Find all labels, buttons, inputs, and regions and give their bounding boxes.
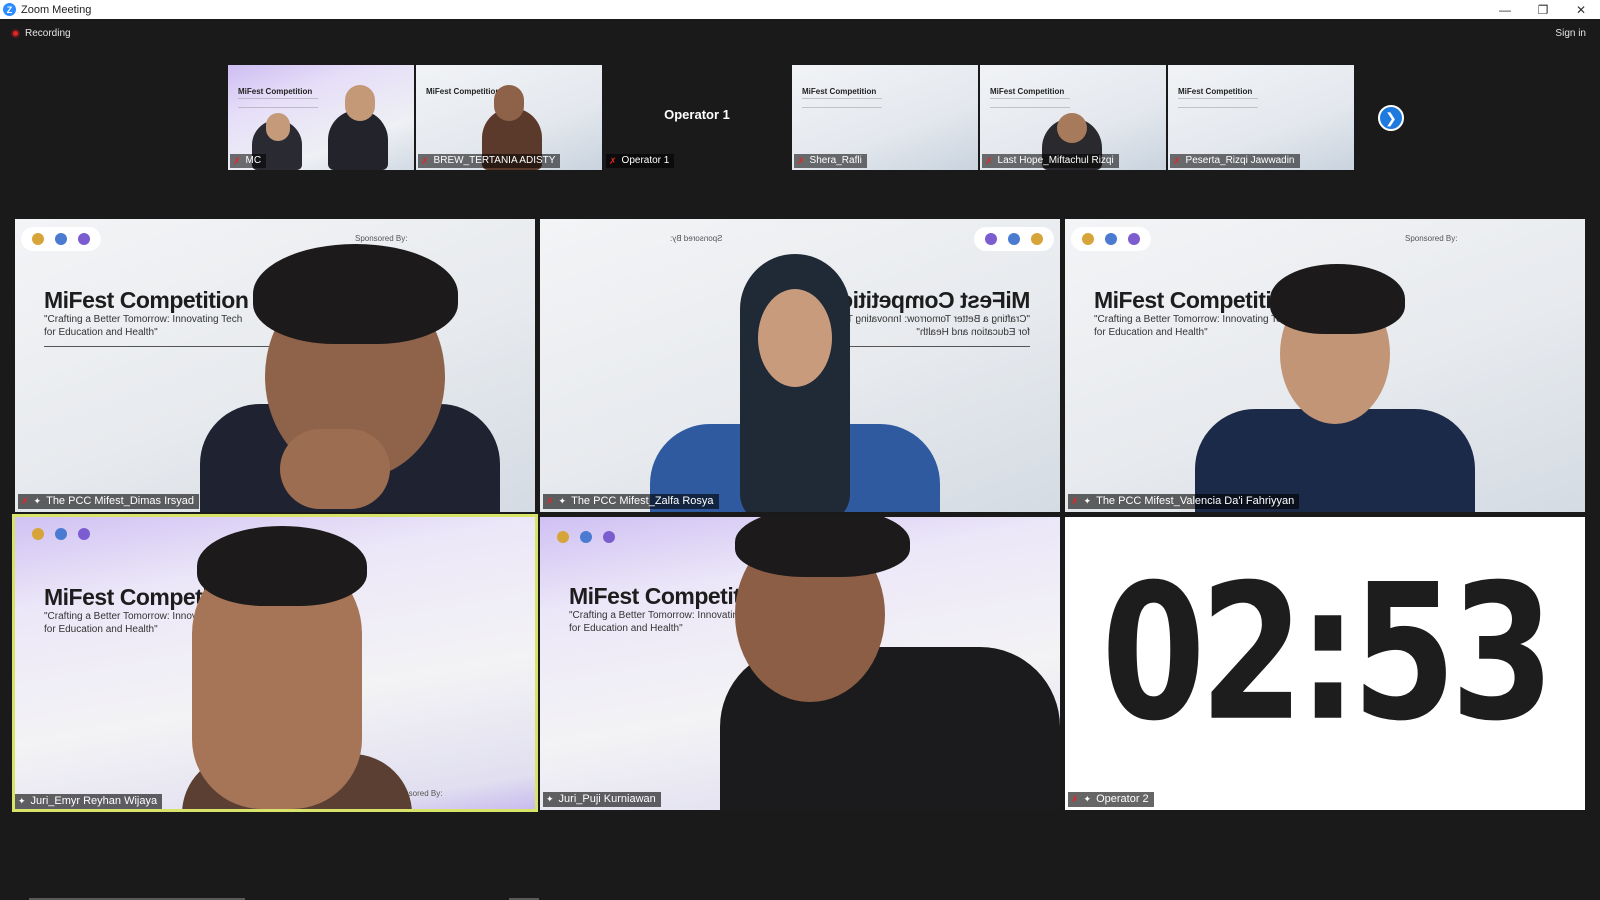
participant-name-tag: ✗ ✦ Operator 2 — [1068, 792, 1154, 807]
mic-muted-icon: ✗ — [985, 156, 993, 166]
event-logo — [1071, 227, 1151, 251]
participant-name-tag: ✗ Peserta_Rizqi Jawwadin — [1170, 154, 1300, 168]
slide-title: MiFest Competition — [238, 87, 313, 96]
sponsored-label: Sponsored By: — [355, 234, 408, 243]
pin-icon: ✦ — [546, 794, 554, 804]
window-titlebar: Z Zoom Meeting — ❐ ✕ — [0, 0, 1600, 19]
gallery-tile-operator-2[interactable]: 02:53 ✗ ✦ Operator 2 — [1065, 517, 1585, 810]
window-title: Zoom Meeting — [21, 3, 92, 16]
pin-icon: ✦ — [1083, 794, 1092, 804]
event-logo — [546, 525, 626, 549]
gallery-tile-valencia[interactable]: Sponsored By: MiFest Competition "Crafti… — [1065, 219, 1585, 512]
strip-tile-last-hope[interactable]: MiFest Competition ✗ Last Hope_Miftachul … — [980, 65, 1166, 170]
pin-icon: ✦ — [18, 796, 26, 806]
mic-muted-icon: ✗ — [421, 156, 429, 166]
gallery-tile-dimas-irsyad[interactable]: Sponsored By: MiFest Competition "Crafti… — [15, 219, 535, 512]
slide-subtitle-mirrored: "Crafting a Better Tomorrow: Innovating … — [831, 314, 1030, 338]
mic-muted-icon: ✗ — [1071, 496, 1079, 506]
gallery-tile-emyr-reyhan[interactable]: MiFest Competition "Crafting a Better To… — [12, 514, 538, 812]
pin-icon: ✦ — [558, 496, 567, 506]
participant-name-tag: ✗ MC — [230, 154, 267, 168]
slide-title: MiFest Competition — [1178, 87, 1253, 96]
close-button[interactable]: ✕ — [1562, 0, 1600, 19]
restore-button[interactable]: ❐ — [1524, 0, 1562, 19]
countdown-timer: 02:53 — [1101, 545, 1554, 763]
next-page-chevron-icon[interactable]: ❯ — [1378, 105, 1404, 131]
sign-in-button[interactable]: Sign in — [1555, 28, 1586, 39]
sponsored-label-mirrored: Sponsored By: — [670, 234, 723, 243]
slide-subtitle: "Crafting a Better Tomorrow: Innovating … — [1094, 314, 1293, 338]
pin-icon: ✦ — [33, 496, 42, 506]
strip-tile-mc[interactable]: MiFest Competition ✗ MC — [228, 65, 414, 170]
pin-icon: ✦ — [1083, 496, 1092, 506]
participant-display-name: Operator 1 — [664, 107, 730, 122]
gallery-tile-puji-kurniawan[interactable]: MiFest Competition "Crafting a Better To… — [540, 517, 1060, 810]
sponsored-label: Sponsored By: — [1405, 234, 1458, 243]
participant-name-tag: ✦ Juri_Puji Kurniawan — [543, 792, 661, 807]
strip-tile-peserta-rizqi[interactable]: MiFest Competition ✗ Peserta_Rizqi Jawwad… — [1168, 65, 1354, 170]
mic-muted-icon: ✗ — [609, 156, 617, 166]
slide-title: MiFest Competition — [802, 87, 877, 96]
participant-name-tag: ✗ BREW_TERTANIA ADISTY — [418, 154, 561, 168]
participant-name-tag: ✦ Juri_Emyr Reyhan Wijaya — [15, 794, 163, 809]
slide-title: MiFest Competition — [44, 287, 249, 313]
mic-muted-icon: ✗ — [797, 156, 805, 166]
zoom-logo-icon: Z — [3, 3, 16, 16]
participant-name-tag: ✗ Shera_Rafli — [794, 154, 867, 168]
event-logo — [21, 227, 101, 251]
slide-title-mirrored: MiFest Competition — [825, 287, 1030, 313]
meeting-topbar: Recording Sign in — [0, 19, 1600, 51]
recording-icon — [11, 29, 20, 38]
mic-muted-icon: ✗ — [1071, 794, 1079, 804]
slide-title: MiFest Competition — [1094, 287, 1299, 313]
recording-label: Recording — [25, 28, 71, 39]
participant-name-tag: ✗ Last Hope_Miftachul Rizqi — [982, 154, 1119, 168]
event-logo — [21, 522, 101, 546]
mic-muted-icon: ✗ — [1173, 156, 1181, 166]
minimize-button[interactable]: — — [1486, 0, 1524, 19]
slide-title: MiFest Competition — [990, 87, 1065, 96]
gallery-tile-zalfa-rosya[interactable]: Sponsored By: MiFest Competition "Crafti… — [540, 219, 1060, 512]
strip-tile-brew-tertania[interactable]: MiFest Competition ✗ BREW_TERTANIA ADISTY — [416, 65, 602, 170]
slide-title: MiFest Competition — [426, 87, 501, 96]
participant-name-tag: ✗ Operator 1 — [606, 154, 675, 168]
strip-tile-operator-1[interactable]: Operator 1 ✗ Operator 1 — [604, 65, 790, 170]
recording-indicator[interactable]: Recording — [11, 28, 71, 39]
participant-name-tag: ✗ ✦ The PCC Mifest_Dimas Irsyad — [18, 494, 200, 509]
mic-muted-icon: ✗ — [546, 496, 554, 506]
participant-name-tag: ✗ ✦ The PCC Mifest_Zalfa Rosya — [543, 494, 719, 509]
participant-name-tag: ✗ ✦ The PCC Mifest_Valencia Da'i Fahriyyan — [1068, 494, 1300, 509]
mic-muted-icon: ✗ — [21, 496, 29, 506]
mic-muted-icon: ✗ — [233, 156, 241, 166]
event-logo — [974, 227, 1054, 251]
strip-tile-shera-rafli[interactable]: MiFest Competition ✗ Shera_Rafli — [792, 65, 978, 170]
slide-subtitle: "Crafting a Better Tomorrow: Innovating … — [44, 314, 243, 338]
